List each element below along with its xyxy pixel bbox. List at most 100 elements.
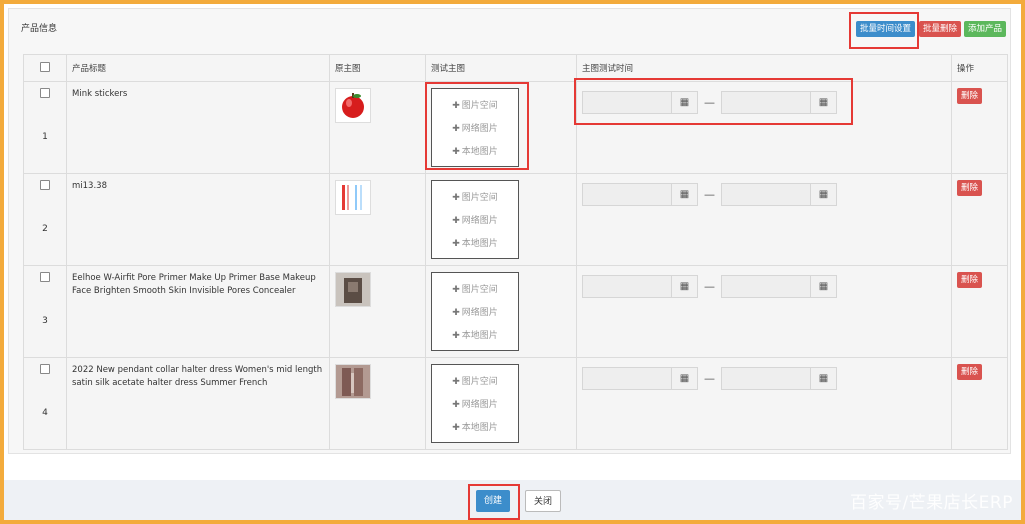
row-select-cell: 3 <box>23 265 67 358</box>
original-image-cell <box>329 81 426 174</box>
test-image-option-label: 本地图片 <box>461 423 498 433</box>
plus-icon: ✚ <box>452 400 460 410</box>
table-row: 3 Eelhoe W-Airfit Pore Primer Make Up Pr… <box>23 265 1008 358</box>
delete-button[interactable]: 删除 <box>957 180 983 196</box>
plus-icon: ✚ <box>452 239 460 249</box>
test-image-option-label: 本地图片 <box>461 331 498 341</box>
test-image-option[interactable]: ✚ 网络图片 <box>432 210 518 233</box>
plus-icon: ✚ <box>452 216 460 226</box>
col-header-test-image: 测试主图 <box>425 54 577 82</box>
test-image-picker: ✚ 图片空间 ✚ 网络图片 ✚ 本地图片 <box>431 364 519 443</box>
calendar-icon[interactable]: ▦ <box>811 183 837 206</box>
test-image-option[interactable]: ✚ 图片空间 <box>432 279 518 302</box>
product-thumbnail[interactable] <box>335 88 371 123</box>
date-range: ▦ — ▦ <box>582 183 946 206</box>
test-image-option[interactable]: ✚ 网络图片 <box>432 394 518 417</box>
col-header-original-image: 原主图 <box>329 54 426 82</box>
test-image-option[interactable]: ✚ 图片空间 <box>432 371 518 394</box>
action-cell: 删除 <box>951 265 1008 358</box>
calendar-icon[interactable]: ▦ <box>811 367 837 390</box>
test-image-option-label: 本地图片 <box>461 239 498 249</box>
date-separator: — <box>704 280 715 293</box>
original-image-cell <box>329 357 426 450</box>
highlight-box-test-image <box>425 82 529 170</box>
test-image-picker: ✚ 图片空间 ✚ 网络图片 ✚ 本地图片 <box>431 180 519 259</box>
date-separator: — <box>704 372 715 385</box>
test-image-option[interactable]: ✚ 本地图片 <box>432 233 518 256</box>
date-input-end[interactable] <box>721 367 811 390</box>
highlight-box-batch-time <box>849 12 919 49</box>
row-number: 4 <box>42 408 48 418</box>
date-range: ▦ — ▦ <box>582 275 946 298</box>
test-image-option-label: 图片空间 <box>461 193 498 203</box>
delete-button[interactable]: 删除 <box>957 88 983 104</box>
row-number: 2 <box>42 224 48 234</box>
action-cell: 删除 <box>951 357 1008 450</box>
test-time-cell: ▦ — ▦ <box>576 265 952 358</box>
table-row: 2 mi13.38 ✚ 图片空间 ✚ 网络图片 ✚ 本地图片 ▦ — ▦ 删除 <box>23 173 1008 266</box>
product-title: Mink stickers <box>72 89 128 99</box>
plus-icon: ✚ <box>452 308 460 318</box>
date-input-end[interactable] <box>721 275 811 298</box>
date-input-start[interactable] <box>582 367 672 390</box>
product-title-cell: Mink stickers <box>66 81 330 174</box>
row-select-cell: 2 <box>23 173 67 266</box>
product-title: mi13.38 <box>72 181 107 191</box>
select-all-checkbox[interactable] <box>40 61 50 72</box>
product-title: 2022 New pendant collar halter dress Wom… <box>72 365 323 388</box>
test-time-cell: ▦ — ▦ <box>576 357 952 450</box>
test-image-option-label: 网络图片 <box>461 400 498 410</box>
plus-icon: ✚ <box>452 377 460 387</box>
row-number: 1 <box>42 132 48 142</box>
product-thumbnail[interactable] <box>335 180 371 215</box>
test-image-option-label: 网络图片 <box>461 216 498 226</box>
calendar-icon[interactable]: ▦ <box>672 367 698 390</box>
product-thumbnail[interactable] <box>335 364 371 399</box>
add-product-button[interactable]: 添加产品 <box>964 21 1007 37</box>
row-select-cell: 4 <box>23 357 67 450</box>
row-select-cell: 1 <box>23 81 67 174</box>
calendar-icon[interactable]: ▦ <box>672 183 698 206</box>
test-image-cell: ✚ 图片空间 ✚ 网络图片 ✚ 本地图片 <box>425 357 577 450</box>
col-header-action: 操作 <box>951 54 1008 82</box>
test-time-cell: ▦ — ▦ <box>576 173 952 266</box>
test-image-option[interactable]: ✚ 图片空间 <box>432 187 518 210</box>
original-image-cell <box>329 173 426 266</box>
date-input-start[interactable] <box>582 183 672 206</box>
row-checkbox[interactable] <box>40 88 50 98</box>
close-button[interactable]: 关闭 <box>525 490 562 512</box>
test-image-option[interactable]: ✚ 本地图片 <box>432 417 518 440</box>
product-title-cell: Eelhoe W-Airfit Pore Primer Make Up Prim… <box>66 265 330 358</box>
delete-button[interactable]: 删除 <box>957 272 983 288</box>
table-header-row: 产品标题 原主图 测试主图 主图测试时间 操作 <box>23 54 1008 82</box>
date-range: ▦ — ▦ <box>582 367 946 390</box>
test-image-picker: ✚ 图片空间 ✚ 网络图片 ✚ 本地图片 <box>431 272 519 351</box>
delete-button[interactable]: 删除 <box>957 364 983 380</box>
date-input-end[interactable] <box>721 183 811 206</box>
row-checkbox[interactable] <box>40 272 50 282</box>
test-image-cell: ✚ 图片空间 ✚ 网络图片 ✚ 本地图片 <box>425 173 577 266</box>
test-image-cell: ✚ 图片空间 ✚ 网络图片 ✚ 本地图片 <box>425 265 577 358</box>
plus-icon: ✚ <box>452 285 460 295</box>
original-image-cell <box>329 265 426 358</box>
date-separator: — <box>704 188 715 201</box>
product-thumbnail[interactable] <box>335 272 371 307</box>
row-number: 3 <box>42 316 48 326</box>
row-checkbox[interactable] <box>40 364 50 374</box>
test-image-option[interactable]: ✚ 网络图片 <box>432 302 518 325</box>
watermark: 百家号/芒果店长ERP <box>849 493 1013 513</box>
highlight-box-create <box>468 484 520 520</box>
table-row: 4 2022 New pendant collar halter dress W… <box>23 357 1008 450</box>
test-image-option[interactable]: ✚ 本地图片 <box>432 325 518 348</box>
col-header-product-title: 产品标题 <box>66 54 330 82</box>
product-title: Eelhoe W-Airfit Pore Primer Make Up Prim… <box>72 273 316 296</box>
calendar-icon[interactable]: ▦ <box>672 275 698 298</box>
calendar-icon[interactable]: ▦ <box>811 275 837 298</box>
action-cell: 删除 <box>951 173 1008 266</box>
product-title-cell: mi13.38 <box>66 173 330 266</box>
panel-title: 产品信息 <box>21 24 58 34</box>
row-checkbox[interactable] <box>40 180 50 190</box>
test-image-option-label: 网络图片 <box>461 308 498 318</box>
batch-delete-button[interactable]: 批量删除 <box>919 21 962 37</box>
date-input-start[interactable] <box>582 275 672 298</box>
